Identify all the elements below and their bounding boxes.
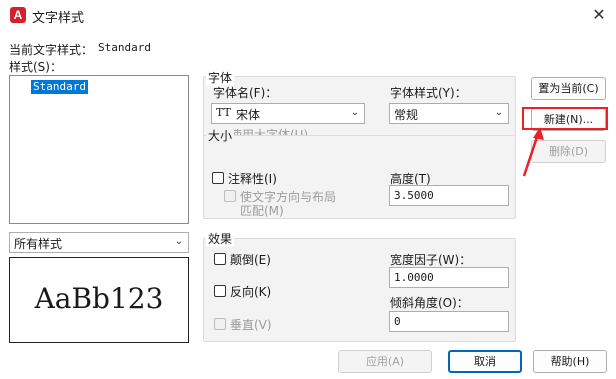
cancel-button[interactable]: 取消 [448,350,522,373]
font-name-dropdown[interactable]: TT 宋体 ⌄ [211,103,365,124]
annotation-arrow-icon [522,127,544,177]
backwards-label: 反向(K) [230,285,272,299]
font-style-dropdown[interactable]: 常规 ⌄ [389,103,509,124]
vertical-label: 垂直(V) [230,318,272,332]
close-icon[interactable]: ✕ [588,4,610,26]
oblique-angle-input[interactable]: 0 [389,311,509,332]
window-title: 文字样式 [32,11,85,26]
backwards-checkbox[interactable] [214,285,226,297]
set-current-button[interactable]: 置为当前(C) [531,77,606,100]
preview-text: AaBb123 [34,282,164,315]
upside-down-label: 颠倒(E) [230,253,271,267]
annotative-label: 注释性(I) [228,172,277,186]
chevron-down-icon: ⌄ [350,107,359,118]
help-button[interactable]: 帮助(H) [533,350,607,373]
font-name-value: 宋体 [236,108,261,122]
annotative-checkbox[interactable] [212,172,224,184]
styles-listbox[interactable] [9,75,189,224]
font-name-label: 字体名(F)： [213,86,278,100]
autocad-a-icon: A [10,7,26,23]
title-bar [0,0,616,32]
font-style-label: 字体样式(Y)： [390,86,467,100]
style-filter-value: 所有样式 [14,237,63,251]
size-group-label: 大小 [206,127,235,144]
font-style-value: 常规 [394,108,419,122]
style-list-item-standard[interactable]: Standard [31,80,88,94]
vertical-checkbox[interactable] [214,318,226,330]
upside-down-checkbox[interactable] [214,253,226,265]
oblique-angle-label: 倾斜角度(O)： [390,296,469,310]
styles-label: 样式(S)： [9,60,62,74]
apply-button[interactable]: 应用(A) [338,350,432,373]
current-style-value: Standard [98,41,151,54]
match-orientation-label-2: 匹配(M) [240,204,284,218]
chevron-down-icon: ⌄ [494,107,503,118]
width-factor-label: 宽度因子(W)： [390,253,472,267]
style-filter-dropdown[interactable]: 所有样式 ⌄ [9,232,189,253]
height-input[interactable]: 3.5000 [389,185,509,206]
effects-group-label: 效果 [206,230,235,247]
current-style-label: 当前文字样式： [9,43,94,57]
width-factor-input[interactable]: 1.0000 [389,267,509,288]
match-orientation-checkbox[interactable] [224,190,236,202]
chevron-down-icon: ⌄ [174,236,183,247]
truetype-icon: TT [216,106,231,119]
